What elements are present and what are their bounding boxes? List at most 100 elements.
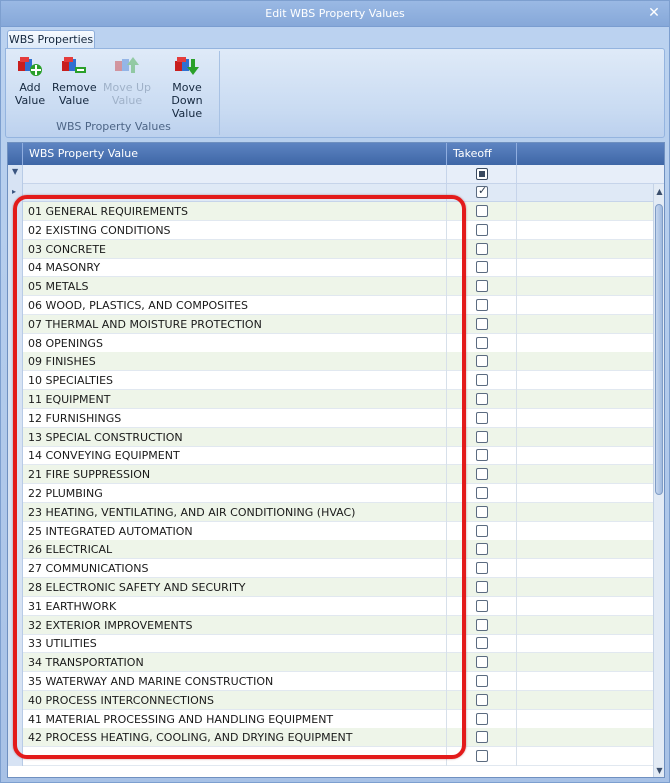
close-icon[interactable]: ✕: [645, 4, 663, 22]
row-wbs-value[interactable]: 26 ELECTRICAL: [23, 540, 447, 560]
row-indicator[interactable]: [8, 239, 23, 259]
row-wbs-value[interactable]: 05 METALS: [23, 277, 447, 297]
table-row[interactable]: 01 GENERAL REQUIREMENTS: [8, 202, 653, 221]
table-row[interactable]: 33 UTILITIES: [8, 634, 653, 654]
add-value-button[interactable]: Add Value: [10, 53, 50, 107]
row-wbs-value[interactable]: 13 SPECIAL CONSTRUCTION: [23, 427, 447, 447]
takeoff-checkbox[interactable]: [476, 336, 488, 349]
scrollbar-thumb[interactable]: [655, 204, 663, 495]
table-row[interactable]: 22 PLUMBING: [8, 484, 653, 503]
row-wbs-value[interactable]: 31 EARTHWORK: [23, 596, 447, 616]
row-indicator[interactable]: [8, 446, 23, 466]
row-indicator[interactable]: [8, 728, 23, 748]
row-wbs-value[interactable]: 34 TRANSPORTATION: [23, 653, 447, 673]
row-indicator[interactable]: [8, 596, 23, 616]
row-indicator[interactable]: [8, 371, 23, 391]
scroll-up-icon[interactable]: ▲: [654, 186, 664, 198]
row-wbs-value[interactable]: 02 EXISTING CONDITIONS: [23, 220, 447, 240]
takeoff-checkbox[interactable]: [476, 581, 488, 593]
table-row[interactable]: 40 PROCESS INTERCONNECTIONS: [8, 690, 653, 710]
takeoff-checkbox[interactable]: [476, 750, 488, 763]
row-wbs-value[interactable]: 22 PLUMBING: [23, 484, 447, 503]
takeoff-checkbox[interactable]: [476, 280, 488, 293]
new-row-checkbox[interactable]: ✓: [476, 184, 488, 198]
row-indicator[interactable]: [8, 615, 23, 635]
table-row[interactable]: 08 OPENINGS: [8, 333, 653, 353]
row-indicator[interactable]: [8, 672, 23, 691]
table-row[interactable]: 13 SPECIAL CONSTRUCTION: [8, 427, 653, 447]
table-row[interactable]: 14 CONVEYING EQUIPMENT: [8, 446, 653, 466]
row-indicator[interactable]: [8, 427, 23, 447]
column-header-wbs-property-value[interactable]: WBS Property Value: [23, 143, 447, 165]
move-down-value-button[interactable]: Move Down Value: [156, 53, 218, 120]
row-wbs-value[interactable]: 25 INTEGRATED AUTOMATION: [23, 521, 447, 541]
takeoff-checkbox[interactable]: [476, 430, 488, 443]
row-wbs-value[interactable]: 06 WOOD, PLASTICS, AND COMPOSITES: [23, 296, 447, 315]
row-indicator[interactable]: [8, 578, 23, 597]
row-wbs-value[interactable]: 03 CONCRETE: [23, 239, 447, 259]
tab-wbs-properties[interactable]: WBS Properties: [7, 30, 95, 49]
table-row[interactable]: 02 EXISTING CONDITIONS: [8, 220, 653, 240]
table-row[interactable]: 35 WATERWAY AND MARINE CONSTRUCTION: [8, 672, 653, 691]
takeoff-checkbox[interactable]: [476, 562, 488, 575]
table-row[interactable]: 25 INTEGRATED AUTOMATION: [8, 521, 653, 541]
takeoff-checkbox[interactable]: [476, 731, 488, 744]
row-indicator[interactable]: [8, 653, 23, 673]
takeoff-checkbox[interactable]: [476, 675, 488, 687]
vertical-scrollbar[interactable]: ▲ ▼: [653, 184, 664, 777]
table-row[interactable]: 23 HEATING, VENTILATING, AND AIR CONDITI…: [8, 502, 653, 522]
takeoff-checkbox[interactable]: [476, 449, 488, 462]
row-indicator[interactable]: [8, 390, 23, 409]
takeoff-checkbox[interactable]: [476, 468, 488, 481]
row-wbs-value[interactable]: 28 ELECTRONIC SAFETY AND SECURITY: [23, 578, 447, 597]
row-wbs-value[interactable]: 21 FIRE SUPPRESSION: [23, 465, 447, 485]
row-wbs-value[interactable]: 40 PROCESS INTERCONNECTIONS: [23, 690, 447, 710]
row-indicator[interactable]: [8, 333, 23, 353]
takeoff-checkbox[interactable]: [476, 543, 488, 556]
scroll-down-icon[interactable]: ▼: [654, 765, 664, 777]
table-row[interactable]: 21 FIRE SUPPRESSION: [8, 465, 653, 485]
table-row[interactable]: 12 FURNISHINGS: [8, 408, 653, 428]
row-wbs-value[interactable]: 01 GENERAL REQUIREMENTS: [23, 202, 447, 221]
row-indicator[interactable]: [8, 484, 23, 503]
row-indicator[interactable]: [8, 559, 23, 579]
row-wbs-value[interactable]: 41 MATERIAL PROCESSING AND HANDLING EQUI…: [23, 709, 447, 729]
takeoff-checkbox[interactable]: [476, 393, 488, 405]
table-row[interactable]: 05 METALS: [8, 277, 653, 297]
row-wbs-value[interactable]: 10 SPECIALTIES: [23, 371, 447, 391]
row-wbs-value[interactable]: 42 PROCESS HEATING, COOLING, AND DRYING …: [23, 728, 447, 748]
takeoff-checkbox[interactable]: [476, 205, 488, 217]
row-indicator[interactable]: [8, 277, 23, 297]
table-row[interactable]: 32 EXTERIOR IMPROVEMENTS: [8, 615, 653, 635]
takeoff-checkbox[interactable]: [476, 487, 488, 499]
takeoff-checkbox[interactable]: [476, 299, 488, 311]
row-indicator[interactable]: [8, 220, 23, 240]
row-wbs-value[interactable]: 23 HEATING, VENTILATING, AND AIR CONDITI…: [23, 502, 447, 522]
row-indicator[interactable]: [8, 408, 23, 428]
row-wbs-value[interactable]: 11 EQUIPMENT: [23, 390, 447, 409]
table-row[interactable]: 11 EQUIPMENT: [8, 390, 653, 409]
takeoff-checkbox[interactable]: [476, 317, 488, 330]
table-row[interactable]: 41 MATERIAL PROCESSING AND HANDLING EQUI…: [8, 709, 653, 729]
filter-checkbox[interactable]: [476, 168, 488, 180]
filter-cell-takeoff[interactable]: [447, 165, 517, 184]
takeoff-checkbox[interactable]: [476, 693, 488, 706]
row-indicator[interactable]: [8, 296, 23, 315]
row-indicator[interactable]: [8, 258, 23, 278]
takeoff-checkbox[interactable]: [476, 524, 488, 537]
row-indicator[interactable]: [8, 747, 23, 767]
row-wbs-value[interactable]: 32 EXTERIOR IMPROVEMENTS: [23, 615, 447, 635]
table-row[interactable]: [8, 747, 653, 767]
takeoff-checkbox[interactable]: [476, 411, 488, 424]
row-wbs-value[interactable]: 04 MASONRY: [23, 258, 447, 278]
row-indicator[interactable]: [8, 690, 23, 710]
table-row[interactable]: 28 ELECTRONIC SAFETY AND SECURITY: [8, 578, 653, 597]
takeoff-checkbox[interactable]: [476, 712, 488, 725]
row-indicator[interactable]: [8, 521, 23, 541]
table-row[interactable]: 03 CONCRETE: [8, 239, 653, 259]
row-wbs-value[interactable]: 35 WATERWAY AND MARINE CONSTRUCTION: [23, 672, 447, 691]
takeoff-checkbox[interactable]: [476, 637, 488, 650]
row-wbs-value[interactable]: 27 COMMUNICATIONS: [23, 559, 447, 579]
table-row[interactable]: 09 FINISHES: [8, 352, 653, 372]
row-indicator[interactable]: [8, 314, 23, 334]
